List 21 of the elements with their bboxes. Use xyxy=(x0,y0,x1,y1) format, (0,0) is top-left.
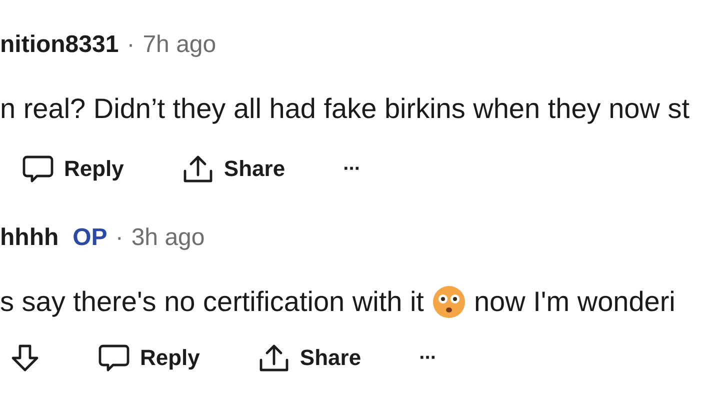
username[interactable]: hhhh xyxy=(0,224,59,252)
share-button[interactable]: Share xyxy=(254,339,366,377)
share-button[interactable]: Share xyxy=(178,150,290,188)
comment-icon xyxy=(98,343,130,373)
comment-text: n real? Didn’t they all had fake birkins when they now st xyxy=(0,93,690,125)
username[interactable]: nition8331 xyxy=(0,31,119,59)
timestamp: 3h ago xyxy=(131,224,205,252)
reply-button[interactable]: Reply xyxy=(18,150,128,188)
more-button[interactable]: ··· xyxy=(415,342,440,374)
comment-icon xyxy=(22,154,54,184)
share-icon xyxy=(182,154,214,184)
reply-button[interactable]: Reply xyxy=(94,339,204,377)
emoji-icon xyxy=(432,285,466,319)
share-icon xyxy=(258,343,290,373)
timestamp: 7h ago xyxy=(142,31,216,59)
separator: · xyxy=(115,224,124,252)
op-label: OP xyxy=(72,224,108,252)
separator: · xyxy=(126,31,135,59)
more-button[interactable]: ··· xyxy=(339,154,364,184)
comment-text: s say there's no certification with it xyxy=(0,286,424,318)
comment-text: now I'm wonderi xyxy=(474,286,676,318)
